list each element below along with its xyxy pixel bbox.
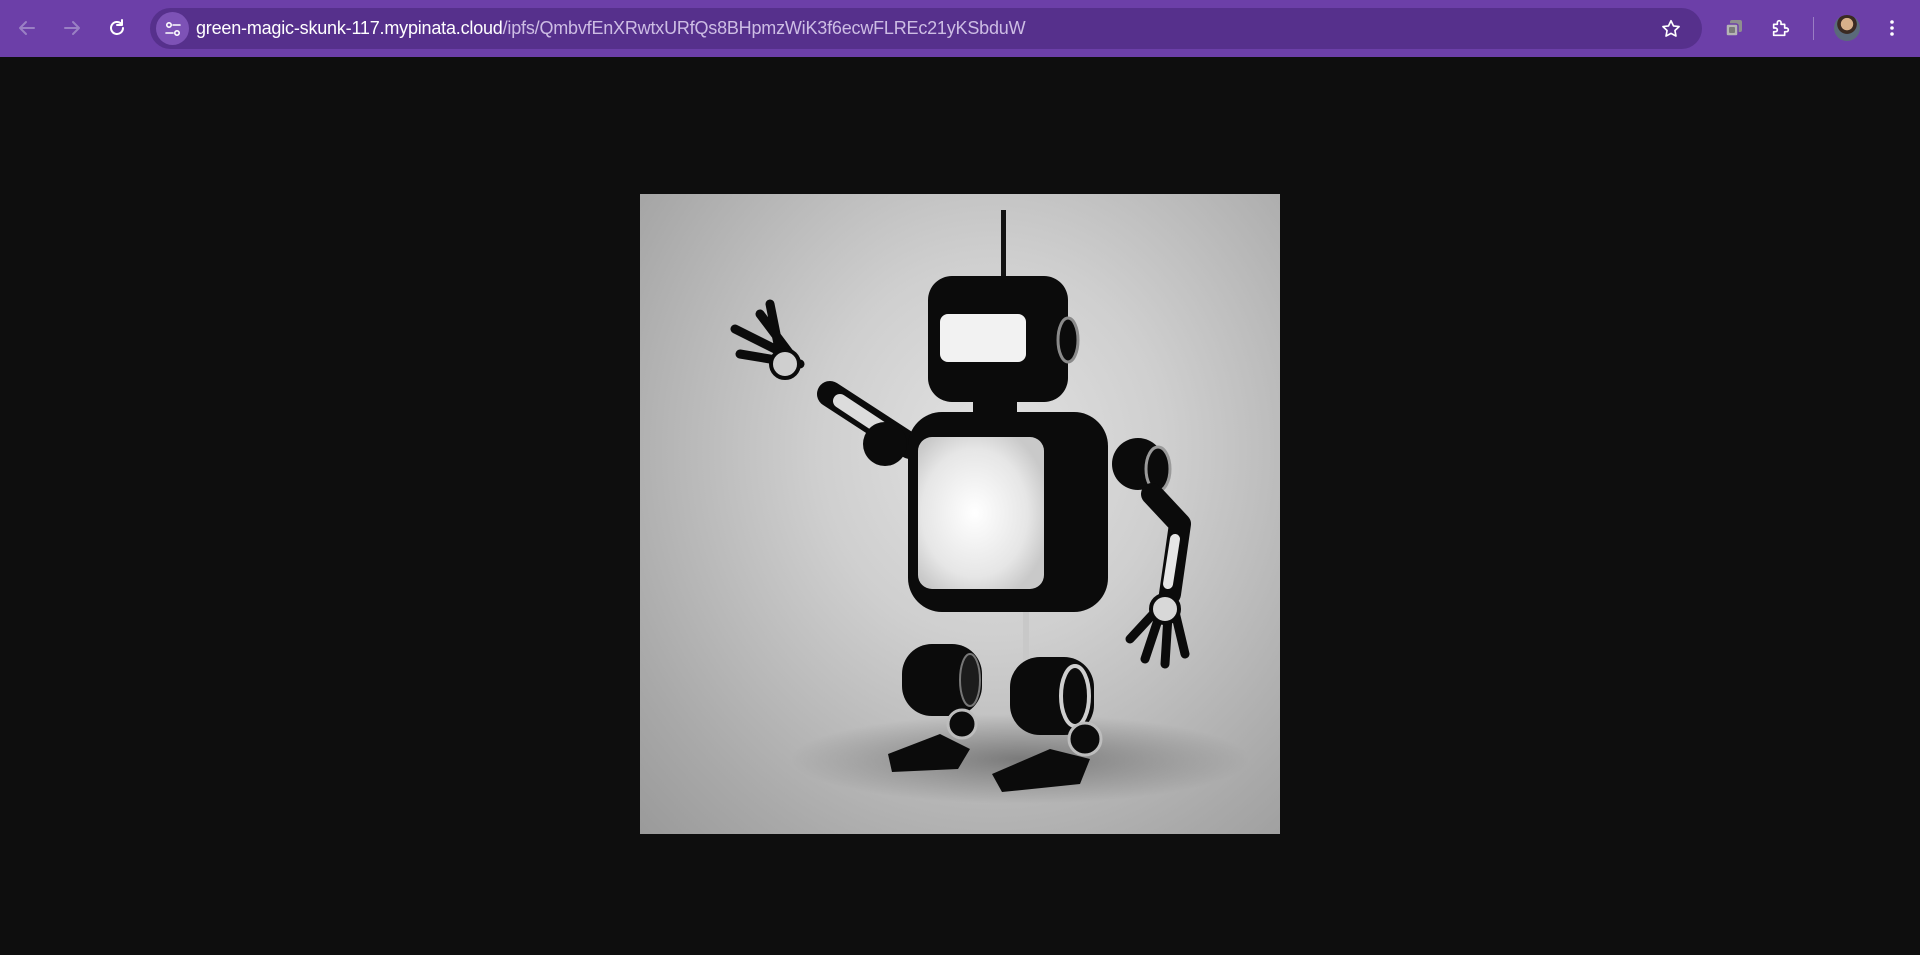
more-menu-button[interactable] xyxy=(1874,10,1910,46)
browser-toolbar: green-magic-skunk-117.mypinata.cloud/ipf… xyxy=(0,0,1920,57)
forward-arrow-icon xyxy=(64,21,80,35)
site-settings-icon xyxy=(164,21,181,36)
robot-illustration xyxy=(730,210,1250,804)
more-menu-icon xyxy=(1890,20,1894,36)
cast-button[interactable] xyxy=(1716,10,1752,46)
extensions-button[interactable] xyxy=(1763,10,1799,46)
back-button[interactable] xyxy=(9,10,45,46)
address-bar[interactable]: green-magic-skunk-117.mypinata.cloud/ipf… xyxy=(150,8,1702,49)
forward-button[interactable] xyxy=(54,10,90,46)
profile-avatar[interactable] xyxy=(1834,15,1860,41)
reload-icon xyxy=(110,19,124,35)
url-path: /ipfs/QmbvfEnXRwtxURfQs8BHpmzWiK3f6ecwFL… xyxy=(502,18,1026,38)
image-viewer xyxy=(0,57,1920,955)
cast-icon xyxy=(1725,20,1742,37)
robot-image[interactable] xyxy=(640,194,1280,834)
site-info-button[interactable] xyxy=(156,12,189,45)
extensions-puzzle-icon xyxy=(1772,19,1790,37)
url-text[interactable]: green-magic-skunk-117.mypinata.cloud/ipf… xyxy=(196,8,1026,49)
back-arrow-icon xyxy=(19,21,35,35)
toolbar-divider xyxy=(1813,17,1814,40)
bookmark-star-icon xyxy=(1662,19,1680,37)
reload-button[interactable] xyxy=(99,10,135,46)
url-host: green-magic-skunk-117.mypinata.cloud xyxy=(196,18,503,38)
bookmark-button[interactable] xyxy=(1658,16,1684,42)
